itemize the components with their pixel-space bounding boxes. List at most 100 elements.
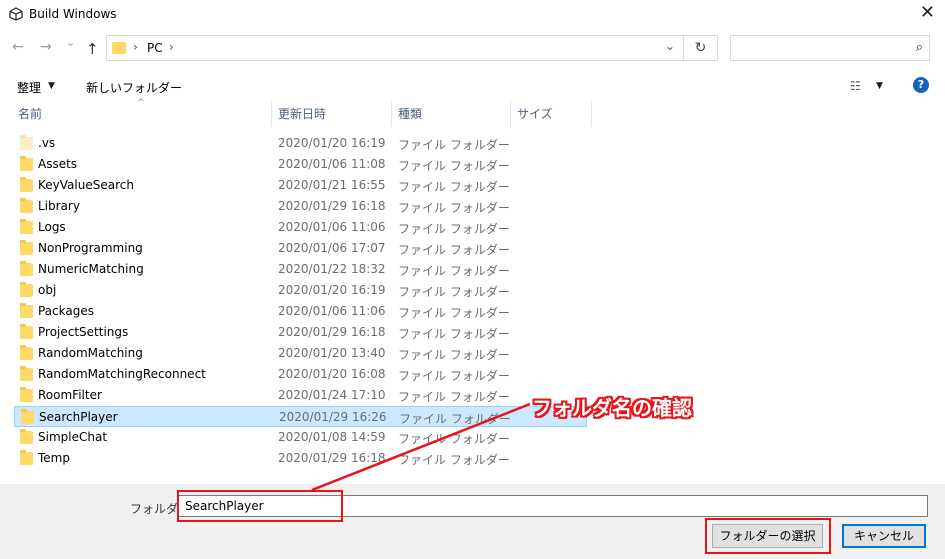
file-type: ファイル フォルダー [398,138,510,152]
folder-icon [20,156,33,171]
file-type: ファイル フォルダー [398,243,510,257]
folder-input-highlight [177,490,343,522]
file-name: NonProgramming [38,241,143,255]
breadcrumb-pc[interactable]: PC [147,41,163,55]
folder-icon [112,42,126,54]
window-title: Build Windows [29,7,117,21]
file-row[interactable]: ProjectSettings 2020/01/29 16:18 ファイル フォルダ… [14,322,587,343]
file-type: ファイル フォルダー [398,327,510,341]
folder-icon [20,303,33,318]
file-name: Packages [38,304,94,318]
file-date: 2020/01/29 16:18 [278,325,386,339]
back-arrow-icon[interactable]: ← [12,39,24,55]
refresh-icon: ↻ [694,40,707,56]
help-icon[interactable]: ? [913,77,929,93]
file-name: RandomMatchingReconnect [38,367,206,381]
file-row[interactable]: RandomMatchingReconnect 2020/01/20 16:08 フ… [14,364,587,385]
new-folder-button[interactable]: 新しいフォルダー [86,79,182,96]
file-row[interactable]: RoomFilter 2020/01/24 17:10 ファイル フォルダー [14,385,587,406]
select-button-highlight [705,518,831,554]
search-icon[interactable]: ⌕ [916,40,923,55]
file-row[interactable]: SimpleChat 2020/01/08 14:59 ファイル フォルダー [14,427,587,448]
file-type: ファイル フォルダー [398,201,510,215]
file-date: 2020/01/20 16:19 [278,283,386,297]
file-date: 2020/01/20 13:40 [278,346,386,360]
folder-icon [20,387,33,402]
refresh-button[interactable]: ↻ [684,35,718,61]
chevron-down-icon[interactable]: ⌄ [665,39,675,53]
file-date: 2020/01/29 16:18 [278,451,386,465]
file-type: ファイル フォルダー [398,285,510,299]
file-date: 2020/01/06 11:08 [278,157,386,171]
file-name: .vs [38,136,56,150]
annotation-label: フォルダ名の確認 [532,396,692,420]
file-row[interactable]: Logs 2020/01/06 11:06 ファイル フォルダー [14,217,587,238]
cancel-button[interactable]: キャンセル [842,524,926,548]
file-name: SimpleChat [38,430,108,444]
file-name: Assets [38,157,78,171]
file-row[interactable]: Library 2020/01/29 16:18 ファイル フォルダー [14,196,587,217]
file-name: RandomMatching [38,346,143,360]
file-type: ファイル フォルダー [398,180,510,194]
address-bar[interactable]: › PC › ⌄ [106,35,684,61]
file-row[interactable]: .vs 2020/01/20 16:19 ファイル フォルダー [14,133,587,154]
file-date: 2020/01/22 18:32 [278,262,386,276]
file-row[interactable]: Temp 2020/01/29 16:18 ファイル フォルダー [14,448,587,469]
file-row[interactable]: SearchPlayer 2020/01/29 16:26 ファイル フォルダー [14,406,587,427]
forward-arrow-icon[interactable]: → [40,39,52,55]
view-options-icon[interactable]: ☷ [850,79,861,93]
folder-icon [20,429,33,444]
folder-icon [21,409,34,424]
folder-icon [20,345,33,360]
file-row[interactable]: NumericMatching 2020/01/22 18:32 ファイル フォルダ… [14,259,587,280]
file-date: 2020/01/06 17:07 [278,241,386,255]
file-name: Temp [38,451,70,465]
file-date: 2020/01/21 16:55 [278,178,386,192]
folder-icon [20,261,33,276]
folder-icon [20,135,33,150]
file-name: RoomFilter [38,388,102,402]
close-icon[interactable]: ✕ [920,3,935,23]
chevron-down-icon[interactable]: ▼ [876,81,883,91]
folder-icon [20,219,33,234]
file-row[interactable]: Packages 2020/01/06 11:06 ファイル フォルダー [14,301,587,322]
column-header-type[interactable]: 種類 [392,101,511,127]
folder-icon [20,198,33,213]
folder-icon [20,240,33,255]
file-type: ファイル フォルダー [398,222,510,236]
column-header-date[interactable]: 更新日時 [272,101,392,127]
organize-button[interactable]: 整理 [17,79,41,96]
folder-icon [20,177,33,192]
title-bar: Build Windows ✕ [0,0,945,30]
file-type: ファイル フォルダー [398,348,510,362]
file-name: ProjectSettings [38,325,129,339]
file-type: ファイル フォルダー [398,159,510,173]
unity-logo-icon [9,7,23,21]
up-folder-icon[interactable]: ↑ [86,40,99,58]
search-input[interactable]: ⌕ [730,35,930,61]
file-date: 2020/01/06 11:06 [278,220,386,234]
file-type: ファイル フォルダー [398,306,510,320]
file-row[interactable]: NonProgramming 2020/01/06 17:07 ファイル フォルダー [14,238,587,259]
recent-locations-icon[interactable]: ⌄ [66,36,75,49]
file-date: 2020/01/06 11:06 [278,304,386,318]
file-type: ファイル フォルダー [398,264,510,278]
file-type: ファイル フォルダー [399,412,511,426]
folder-icon [20,324,33,339]
breadcrumb-separator[interactable]: › [169,40,174,54]
file-name: Library [38,199,80,213]
breadcrumb-separator[interactable]: › [133,40,138,54]
file-type: ファイル フォルダー [398,390,510,404]
column-header-size[interactable]: サイズ [511,101,592,127]
file-row[interactable]: RandomMatching 2020/01/20 13:40 ファイル フォルダー [14,343,587,364]
file-name: KeyValueSearch [38,178,134,192]
folder-icon [20,450,33,465]
column-header-name[interactable]: 名前 [12,101,272,127]
chevron-down-icon[interactable]: ▼ [48,81,55,91]
file-row[interactable]: Assets 2020/01/06 11:08 ファイル フォルダー [14,154,587,175]
file-row[interactable]: KeyValueSearch 2020/01/21 16:55 ファイル フォルダー [14,175,587,196]
file-type: ファイル フォルダー [398,432,510,446]
file-name: NumericMatching [38,262,144,276]
file-name: SearchPlayer [39,410,118,424]
file-row[interactable]: obj 2020/01/20 16:19 ファイル フォルダー [14,280,587,301]
